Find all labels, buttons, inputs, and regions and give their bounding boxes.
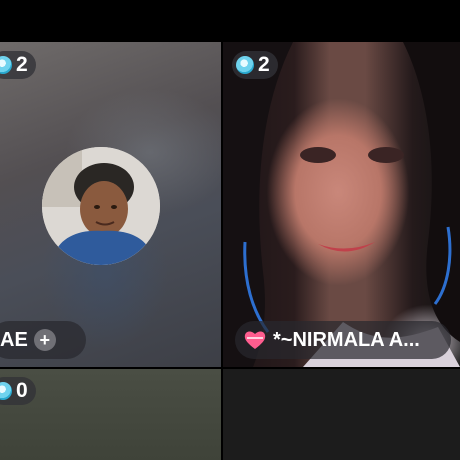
video-tile-guest-1[interactable]: 2 AE + xyxy=(0,42,221,367)
coin-badge: 0 xyxy=(0,377,36,405)
coin-badge: 2 xyxy=(0,51,36,79)
diamond-gem-icon xyxy=(236,56,254,74)
plus-icon[interactable]: + xyxy=(33,329,56,351)
participant-name: *~NIRMALA A... xyxy=(273,328,420,351)
video-tile-empty[interactable] xyxy=(223,369,460,460)
status-bar xyxy=(0,0,460,42)
heart-ribbon-icon xyxy=(243,329,267,351)
participant-name-tag: AE + xyxy=(0,321,86,359)
avatar[interactable] xyxy=(42,147,160,265)
participant-name: AE xyxy=(0,328,28,351)
coin-count: 2 xyxy=(258,53,270,76)
diamond-gem-icon xyxy=(0,56,12,74)
coin-badge: 2 xyxy=(232,51,278,79)
coin-count: 2 xyxy=(16,53,28,76)
coin-count: 0 xyxy=(16,379,28,402)
video-tile-guest-2[interactable]: 2 *~NIRMALA A... xyxy=(223,42,460,367)
video-feed xyxy=(223,42,460,367)
participant-name-tag: *~NIRMALA A... xyxy=(235,321,451,359)
video-tile-guest-3[interactable]: 0 xyxy=(0,369,221,460)
diamond-gem-icon xyxy=(0,382,12,400)
